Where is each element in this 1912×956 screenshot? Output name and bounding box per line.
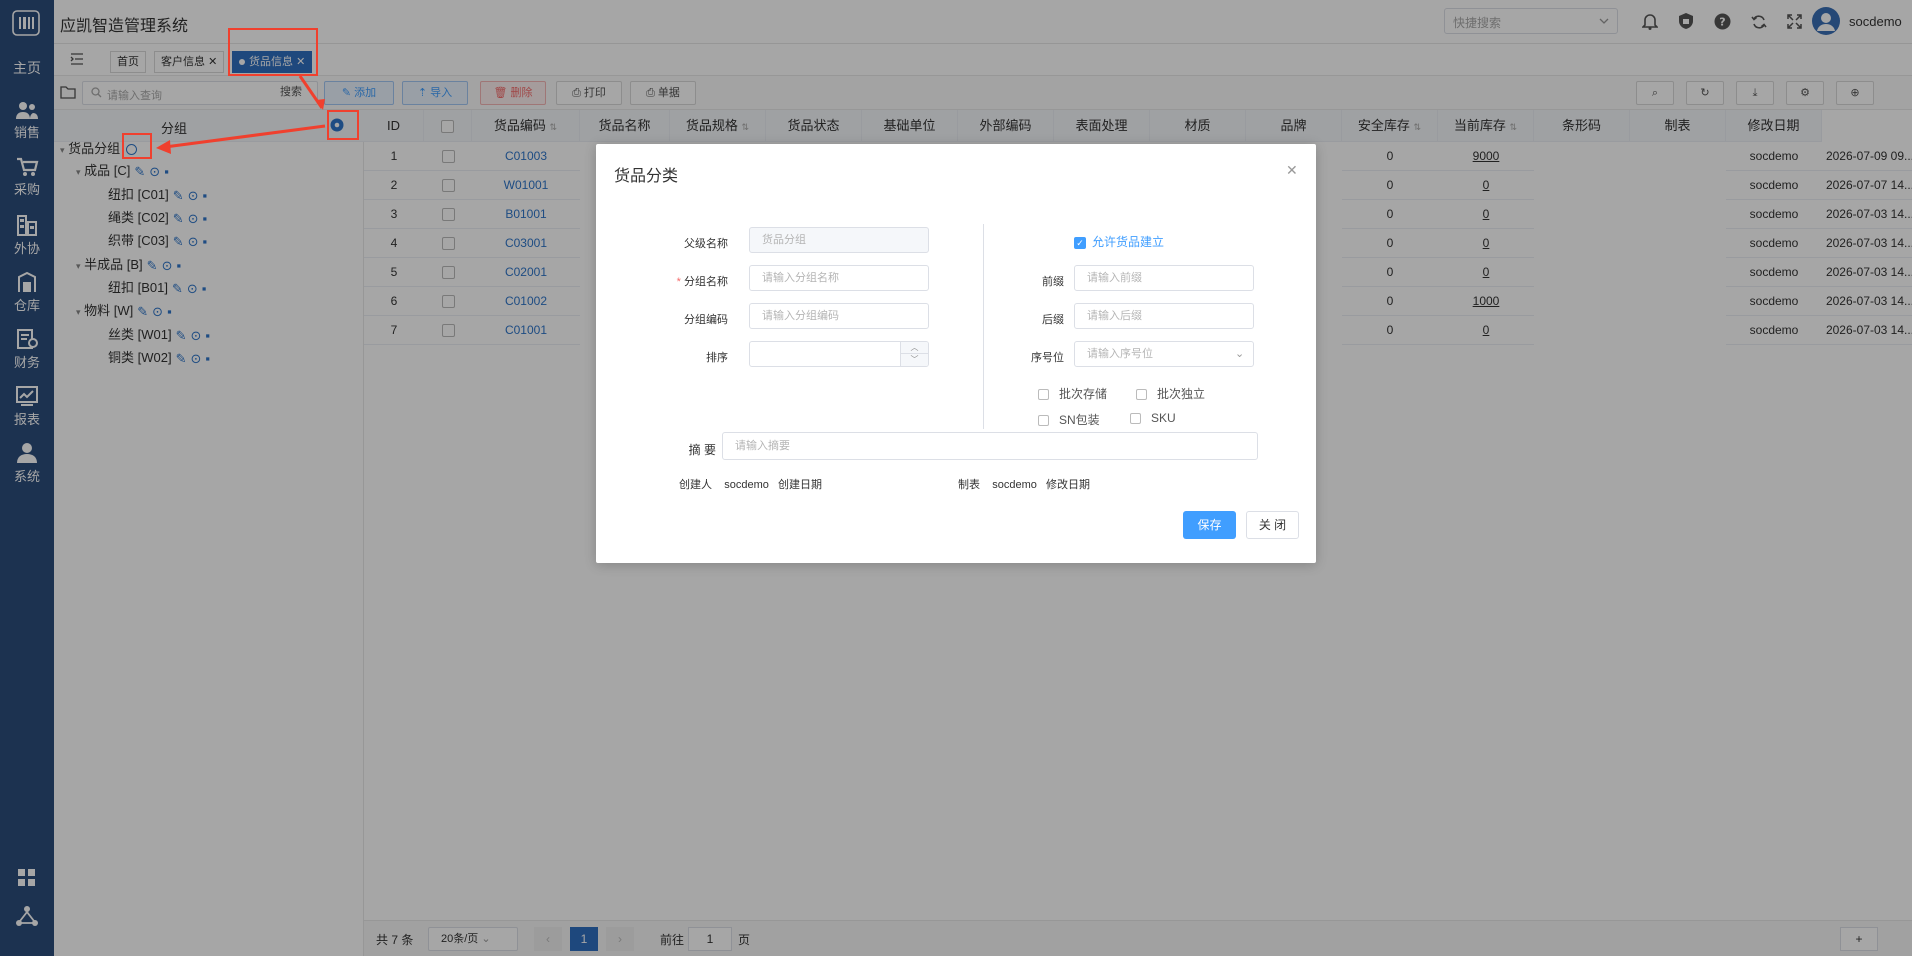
chevron-down-icon: ⌄ [1235, 348, 1245, 360]
parent-name-label: 父级名称 [684, 238, 728, 250]
group-code-input[interactable]: 请输入分组编码 [749, 303, 929, 329]
sn-package-label: SN包装 [1059, 413, 1100, 427]
batch-independent-label: 批次独立 [1157, 387, 1206, 401]
suffix-input[interactable]: 请输入后缀 [1074, 303, 1254, 329]
checkbox-box [1130, 413, 1141, 425]
stepper-up-icon[interactable]: ︿ [900, 342, 928, 354]
parent-name-input: 货品分组 [749, 227, 929, 253]
serial-placeholder: 请输入序号位 [1087, 348, 1153, 360]
modify-date-label: 修改日期 [1046, 479, 1091, 491]
serial-label: 序号位 [1031, 352, 1064, 364]
checkbox-box [1136, 389, 1147, 401]
serial-select[interactable]: 请输入序号位 ⌄ [1074, 341, 1254, 367]
maker-label: 制表 [958, 479, 980, 491]
summary-input[interactable]: 请输入摘要 [722, 432, 1258, 460]
maker-value: socdemo [992, 479, 1037, 491]
creator-info: 创建人 socdemo 创建日期 [679, 476, 822, 492]
sku-checkbox[interactable]: SKU [1130, 411, 1176, 425]
maker-info: 制表 socdemo 修改日期 [958, 476, 1090, 492]
batch-store-label: 批次存储 [1059, 387, 1108, 401]
save-button[interactable]: 保存 [1183, 511, 1236, 539]
group-name-input[interactable]: 请输入分组名称 [749, 265, 929, 291]
creator-value: socdemo [724, 479, 769, 491]
creator-label: 创建人 [679, 479, 712, 491]
sort-label: 排序 [706, 352, 728, 364]
checkmark-icon: ✓ [1074, 236, 1086, 249]
checkbox-box [1038, 389, 1049, 401]
prefix-input[interactable]: 请输入前缀 [1074, 265, 1254, 291]
required-mark: * [676, 276, 681, 288]
sku-label: SKU [1151, 411, 1176, 425]
group-code-label: 分组编码 [684, 314, 728, 326]
allow-product-checkbox[interactable]: ✓ 允许货品建立 [1074, 233, 1164, 250]
dialog-title: 货品分类 [614, 168, 679, 185]
summary-label: 摘 要 [688, 443, 716, 457]
suffix-label: 后缀 [1042, 314, 1064, 326]
checkbox-box [1038, 415, 1049, 427]
allow-product-label: 允许货品建立 [1092, 235, 1165, 249]
group-name-label: * 分组名称 [638, 273, 728, 289]
close-icon[interactable]: ✕ [1286, 162, 1298, 179]
group-name-label-text: 分组名称 [684, 276, 728, 288]
create-date-label: 创建日期 [778, 479, 823, 491]
stepper-down-icon[interactable]: ﹀ [900, 354, 928, 366]
batch-store-checkbox[interactable]: 批次存储 [1038, 385, 1107, 402]
product-category-dialog: 货品分类 ✕ 父级名称 货品分组 * 分组名称 请输入分组名称 分组编码 请输入… [596, 144, 1316, 563]
close-button[interactable]: 关 闭 [1246, 511, 1299, 539]
prefix-label: 前缀 [1042, 276, 1064, 288]
sn-package-checkbox[interactable]: SN包装 [1038, 411, 1100, 428]
sort-stepper[interactable]: ︿ ﹀ [749, 341, 929, 367]
batch-independent-checkbox[interactable]: 批次独立 [1136, 385, 1205, 402]
